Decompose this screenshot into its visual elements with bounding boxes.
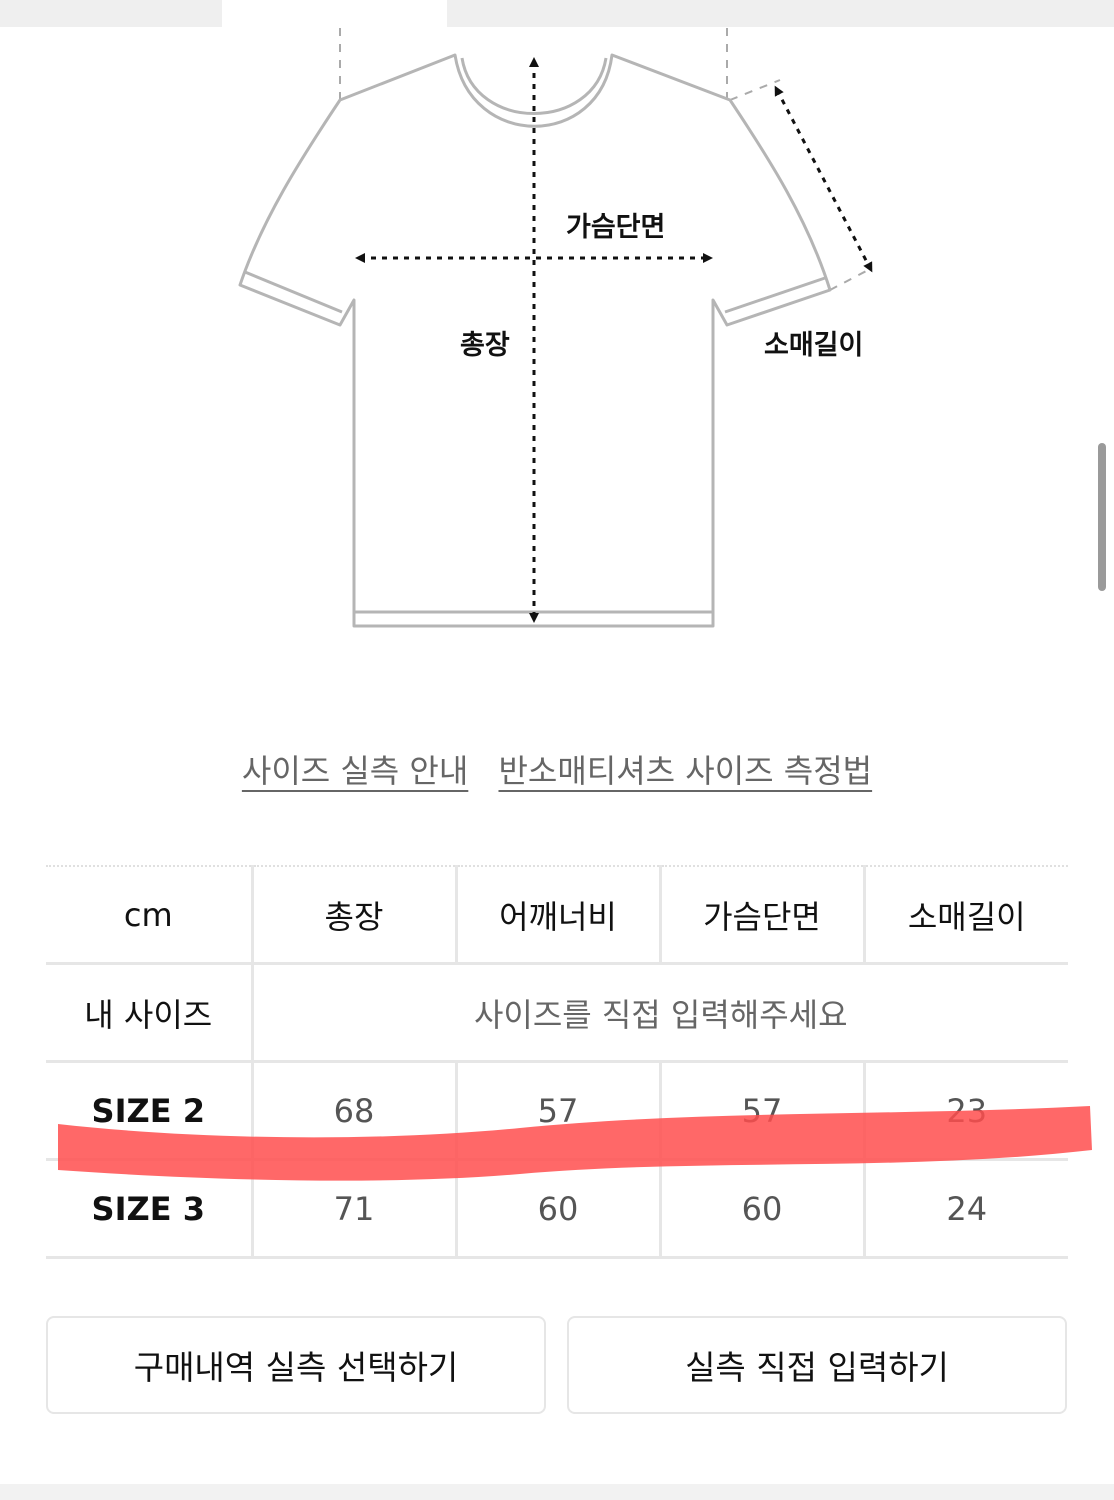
size-table: cm 총장 어깨너비 가슴단면 소매길이 내 사이즈 사이즈를 직접 입력해주세… xyxy=(46,865,1068,1259)
my-size-label: 내 사이즈 xyxy=(46,963,254,1063)
header-shoulder: 어깨너비 xyxy=(456,865,662,965)
bottom-divider xyxy=(0,1484,1114,1500)
header-unit: cm xyxy=(46,865,254,965)
size-value: 60 xyxy=(660,1159,866,1259)
size-value: 57 xyxy=(456,1061,662,1161)
size-label: SIZE 3 xyxy=(46,1159,254,1259)
size-guide-links: 사이즈 실측 안내 반소매티셔츠 사이즈 측정법 xyxy=(0,746,1114,792)
size-value: 24 xyxy=(864,1159,1068,1259)
table-header-row: cm 총장 어깨너비 가슴단면 소매길이 xyxy=(46,865,1068,965)
my-size-input-prompt[interactable]: 사이즈를 직접 입력해주세요 xyxy=(252,963,1068,1063)
length-label: 총장 xyxy=(460,330,510,361)
size-guide-link[interactable]: 사이즈 실측 안내 xyxy=(242,752,468,790)
sleeve-label: 소매길이 xyxy=(764,330,863,361)
select-from-purchases-button[interactable]: 구매내역 실측 선택하기 xyxy=(46,1316,546,1414)
size-value: 23 xyxy=(864,1061,1068,1161)
table-row: SIZE 3 71 60 60 24 xyxy=(46,1159,1068,1259)
chest-label: 가슴단면 xyxy=(566,212,665,243)
scrollbar[interactable] xyxy=(1098,443,1106,591)
size-value: 68 xyxy=(252,1061,458,1161)
size-label: SIZE 2 xyxy=(46,1061,254,1161)
my-size-row: 내 사이즈 사이즈를 직접 입력해주세요 xyxy=(46,963,1068,1063)
enter-measurements-button[interactable]: 실측 직접 입력하기 xyxy=(567,1316,1067,1414)
header-chest: 가슴단면 xyxy=(660,865,866,965)
tshirt-measurement-diagram: 가슴단면 총장 소매길이 xyxy=(238,28,873,628)
size-value: 57 xyxy=(660,1061,866,1161)
size-value: 71 xyxy=(252,1159,458,1259)
size-value: 60 xyxy=(456,1159,662,1259)
header-length: 총장 xyxy=(252,865,458,965)
header-sleeve: 소매길이 xyxy=(864,865,1068,965)
measure-method-link[interactable]: 반소매티셔츠 사이즈 측정법 xyxy=(498,752,872,790)
table-row: SIZE 2 68 57 57 23 xyxy=(46,1061,1068,1161)
